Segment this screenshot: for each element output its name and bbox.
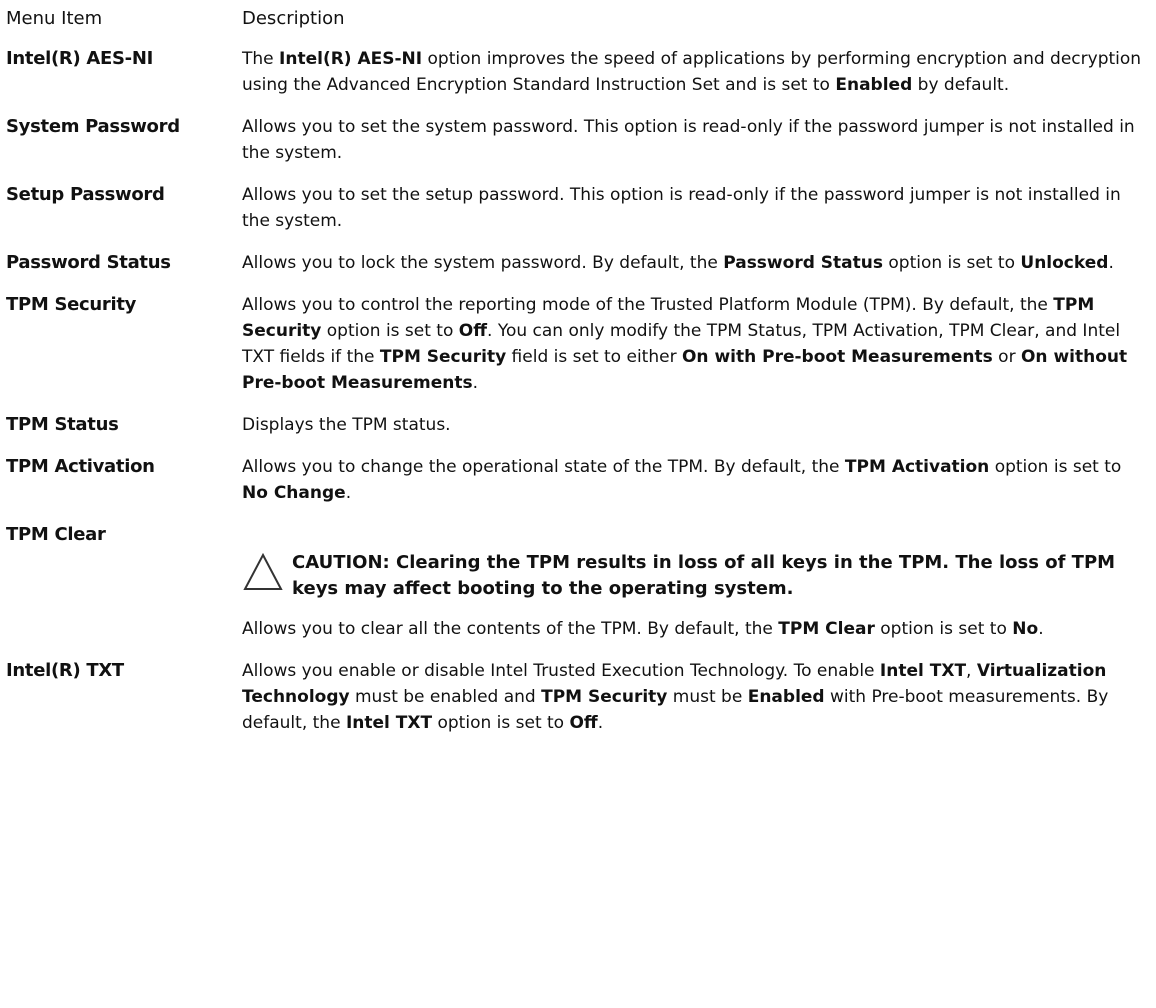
menu-item-label: Intel(R) AES-NI (6, 48, 153, 69)
text-span: . (1038, 619, 1044, 639)
menu-item-label: Intel(R) TXT (6, 660, 124, 681)
description-text: Allows you to lock the system password. … (242, 250, 1152, 276)
caution-note: CAUTION: Clearing the TPM results in los… (242, 550, 1152, 602)
text-span: or (992, 347, 1021, 367)
emphasized-term: Unlocked (1020, 253, 1109, 273)
emphasized-term: No (1012, 619, 1039, 639)
menu-item-label: Setup Password (6, 184, 165, 205)
menu-item-description: The Intel(R) AES-NI option improves the … (242, 46, 1152, 98)
text-span: field is set to either (506, 347, 682, 367)
table-row: TPM Activation Allows you to change the o… (6, 454, 1152, 506)
text-span: Allows you to set the setup password. Th… (242, 185, 1121, 231)
text-span: by default. (912, 75, 1010, 95)
text-span: . (597, 713, 604, 733)
table-row: Intel(R) AES-NI The Intel(R) AES-NI optio… (6, 46, 1152, 98)
warning-triangle-icon (242, 552, 284, 592)
emphasized-term: TPM Security (379, 347, 507, 367)
text-span: option is set to (432, 713, 570, 733)
text-span: Allows you to control the reporting mode… (242, 295, 1054, 315)
menu-item-label: TPM Activation (6, 456, 155, 477)
menu-item-description: Allows you enable or disable Intel Trust… (242, 658, 1152, 736)
text-span: must be enabled and (349, 687, 542, 707)
table-row: TPM Security Allows you to control the re… (6, 292, 1152, 396)
description-text: Displays the TPM status. (242, 412, 1152, 438)
description-text: Allows you to change the operational sta… (242, 454, 1152, 506)
description-text: Allows you to clear all the contents of … (242, 616, 1152, 642)
text-span: , (966, 661, 977, 681)
menu-item-column-header: Menu Item (6, 8, 103, 29)
table-row: TPM Clear CAUTION: Clearing the TPM resul… (6, 522, 1152, 642)
table-row: Intel(R) TXT Allows you enable or disable… (6, 658, 1152, 736)
caution-text: CAUTION: Clearing the TPM results in los… (292, 552, 1116, 599)
menu-item-description: Allows you to change the operational sta… (242, 454, 1152, 506)
menu-item-label: TPM Status (6, 414, 119, 435)
emphasized-term: Intel TXT (345, 713, 433, 733)
emphasized-term: Intel TXT (879, 661, 967, 681)
text-span: Allows you to change the operational sta… (242, 457, 845, 477)
text-span: option is set to (989, 457, 1122, 477)
description-column-header: Description (242, 8, 345, 29)
text-span: Allows you enable or disable Intel Trust… (242, 661, 880, 681)
emphasized-term: Enabled (747, 687, 825, 707)
emphasized-term: Off (458, 321, 488, 341)
table-header: Menu Item Description (6, 6, 1152, 32)
settings-description-table: Menu Item Description Intel(R) AES-NI The… (6, 6, 1152, 752)
description-text: Allows you enable or disable Intel Trust… (242, 658, 1152, 736)
text-span: option is set to (874, 619, 1013, 639)
emphasized-term: Password Status (723, 253, 883, 273)
emphasized-term: TPM Activation (844, 457, 990, 477)
emphasized-term: Intel(R) AES-NI (279, 49, 423, 69)
description-text: Allows you to set the setup password. Th… (242, 182, 1152, 234)
text-span: . (472, 373, 479, 393)
text-span: option is set to (321, 321, 459, 341)
text-span: Allows you to set the system password. T… (242, 117, 1135, 163)
text-span: Allows you to lock the system password. … (242, 253, 724, 273)
emphasized-term: No Change (242, 483, 346, 503)
menu-item-description: Allows you to lock the system password. … (242, 250, 1152, 276)
menu-item-description: Allows you to control the reporting mode… (242, 292, 1152, 396)
table-row: Setup Password Allows you to set the setu… (6, 182, 1152, 234)
table-row: Password Status Allows you to lock the sy… (6, 250, 1152, 276)
menu-item-label: TPM Security (6, 294, 137, 315)
menu-item-label: Password Status (6, 252, 171, 273)
description-text: Allows you to control the reporting mode… (242, 292, 1152, 396)
description-text: The Intel(R) AES-NI option improves the … (242, 46, 1152, 98)
emphasized-term: Enabled (835, 75, 913, 95)
table-body: Intel(R) AES-NI The Intel(R) AES-NI optio… (6, 46, 1152, 736)
text-span: option is set to (882, 253, 1021, 273)
text-span: Allows you to clear all the contents of … (242, 619, 779, 639)
text-span: . (345, 483, 352, 503)
menu-item-label: System Password (6, 116, 180, 137)
menu-item-description: CAUTION: Clearing the TPM results in los… (242, 522, 1152, 642)
text-span: . (1108, 253, 1114, 273)
emphasized-term: TPM Clear (778, 619, 875, 639)
description-text: Allows you to set the system password. T… (242, 114, 1152, 166)
emphasized-term: On with Pre-boot Measurements (681, 347, 993, 367)
menu-item-description: Displays the TPM status. (242, 412, 1152, 438)
menu-item-description: Allows you to set the setup password. Th… (242, 182, 1152, 234)
emphasized-term: TPM Security (541, 687, 668, 707)
table-row: TPM Status Displays the TPM status. (6, 412, 1152, 438)
emphasized-term: Off (569, 713, 598, 733)
text-span: Displays the TPM status. (242, 415, 451, 435)
text-span: The (242, 49, 280, 69)
table-row: System Password Allows you to set the sys… (6, 114, 1152, 166)
menu-item-label: TPM Clear (6, 524, 106, 545)
text-span: must be (667, 687, 748, 707)
menu-item-description: Allows you to set the system password. T… (242, 114, 1152, 166)
